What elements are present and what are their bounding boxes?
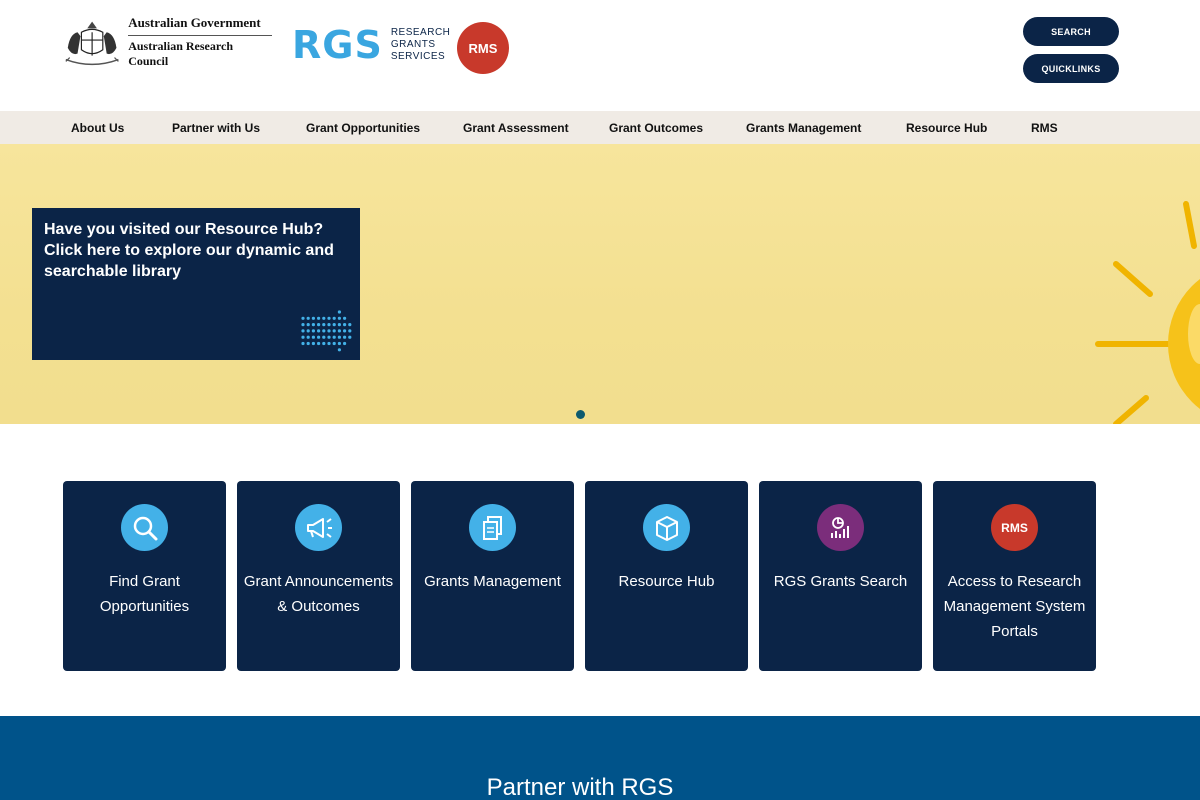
search-button[interactable]: SEARCH <box>1023 17 1119 46</box>
main-nav: About Us Partner with Us Grant Opportuni… <box>0 111 1200 144</box>
tile-label-line: & Outcomes <box>277 598 360 615</box>
dotted-arrow-icon <box>301 310 352 352</box>
hero-line-3: searchable library <box>44 263 181 280</box>
nav-item-grant-outcomes[interactable]: Grant Outcomes <box>609 111 703 144</box>
nav-item-grant-opportunities[interactable]: Grant Opportunities <box>306 111 420 144</box>
rgs-word-services: SERVICES <box>390 51 446 62</box>
site-header: Australian Government Australian Researc… <box>0 0 1200 111</box>
tile-label-line: Find Grant <box>109 573 180 590</box>
agency-name: Australian Research Council <box>128 39 233 68</box>
quicklinks-button[interactable]: QUICKLINKS <box>1023 54 1119 83</box>
gov-name: Australian Government <box>128 15 272 36</box>
tile-label-line: Grant Announcements <box>243 573 394 590</box>
tile-label-line: Opportunities <box>99 598 190 615</box>
light-bulb-icon <box>1095 201 1200 424</box>
coat-of-arms-icon <box>65 21 119 66</box>
partner-title: Partner with RGS <box>486 774 674 800</box>
tile-label-line: Access to Research <box>947 573 1082 590</box>
tile-label-line: RGS Grants Search <box>773 573 908 590</box>
nav-item-rms[interactable]: RMS <box>1031 111 1058 144</box>
nav-item-partner-with-us[interactable]: Partner with Us <box>172 111 260 144</box>
partner-section: Partner with RGS <box>0 716 1200 800</box>
tile-resource-hub[interactable]: Resource Hub <box>585 481 748 671</box>
tile-access-rms-portals[interactable]: RMS Access to Research Management System… <box>933 481 1096 671</box>
rms-badge-icon: RMS <box>991 504 1038 551</box>
nav-item-resource-hub[interactable]: Resource Hub <box>906 111 987 144</box>
tile-label-line: Resource Hub <box>618 573 715 590</box>
tile-label-line: Portals <box>991 623 1038 640</box>
tile-label-line: Grants Management <box>424 573 561 590</box>
carousel-dot-1[interactable] <box>576 410 585 419</box>
rgs-word-research: RESEARCH <box>390 27 451 38</box>
rgs-logo[interactable]: RGS RESEARCH GRANTS SERVICES <box>292 26 450 64</box>
tile-grants-management[interactable]: Grants Management <box>411 481 574 671</box>
documents-icon <box>469 504 516 551</box>
tile-label-line: Management System <box>943 598 1086 615</box>
tile-find-grant-opportunities[interactable]: Find Grant Opportunities <box>63 481 226 671</box>
hero-line-1: Have you visited our Resource Hub? <box>44 221 324 238</box>
megaphone-icon <box>295 504 342 551</box>
rgs-word-grants: GRANTS <box>390 39 436 50</box>
rms-logo[interactable]: RMS <box>457 22 509 74</box>
hero-line-2: Click here to explore our dynamic and <box>44 242 334 259</box>
rgs-mark: RGS <box>292 23 383 67</box>
tile-grant-announcements-outcomes[interactable]: Grant Announcements & Outcomes <box>237 481 400 671</box>
nav-item-grants-management[interactable]: Grants Management <box>746 111 861 144</box>
nav-item-about-us[interactable]: About Us <box>71 111 124 144</box>
analytics-icon <box>817 504 864 551</box>
tile-rgs-grants-search[interactable]: RGS Grants Search <box>759 481 922 671</box>
australian-government-logo[interactable]: Australian Government Australian Researc… <box>60 15 272 68</box>
nav-item-grant-assessment[interactable]: Grant Assessment <box>463 111 569 144</box>
box-icon <box>643 504 690 551</box>
hero-banner-link[interactable]: Have you visited our Resource Hub? Click… <box>32 208 360 360</box>
search-icon <box>121 504 168 551</box>
hero-carousel: Have you visited our Resource Hub? Click… <box>0 144 1200 424</box>
